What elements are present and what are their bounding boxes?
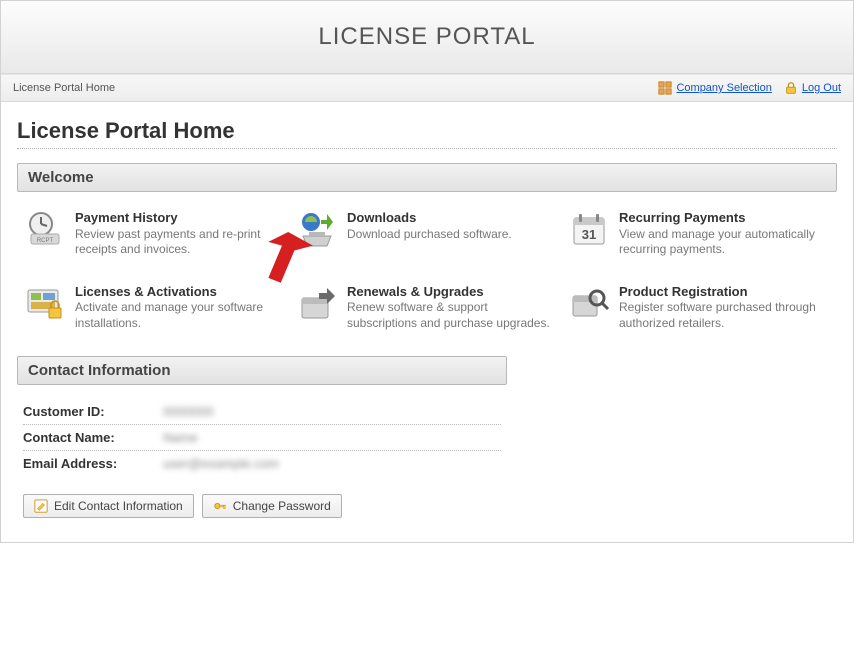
content-area: License Portal Home Welcome RCPT Payment… xyxy=(1,102,853,542)
header: LICENSE PORTAL xyxy=(1,1,853,74)
box-magnifier-icon xyxy=(569,284,609,324)
card-title: Payment History xyxy=(75,210,285,226)
card-desc: Register software purchased through auth… xyxy=(619,300,829,331)
company-selection-link[interactable]: Company Selection xyxy=(658,81,771,95)
download-icon xyxy=(297,210,337,250)
card-desc: View and manage your automatically recur… xyxy=(619,227,829,258)
label-contact-name: Contact Name: xyxy=(23,430,163,445)
app-title: LICENSE PORTAL xyxy=(318,23,535,51)
label-email: Email Address: xyxy=(23,456,163,471)
card-title: Licenses & Activations xyxy=(75,284,285,300)
card-licenses-activations[interactable]: Licenses & Activations Activate and mana… xyxy=(25,284,285,332)
app-window: LICENSE PORTAL License Portal Home Compa… xyxy=(0,0,854,543)
divider xyxy=(17,148,837,149)
edit-contact-button[interactable]: Edit Contact Information xyxy=(23,494,194,518)
card-desc: Activate and manage your software instal… xyxy=(75,300,285,331)
calendar-icon: 31 xyxy=(569,210,609,250)
value-contact-name: Name xyxy=(163,430,198,445)
card-downloads[interactable]: Downloads Download purchased software. xyxy=(297,210,557,258)
log-out-link[interactable]: Log Out xyxy=(784,81,841,95)
card-renewals-upgrades[interactable]: Renewals & Upgrades Renew software & sup… xyxy=(297,284,557,332)
change-password-button[interactable]: Change Password xyxy=(202,494,342,518)
row-email: Email Address: user@example.com xyxy=(23,451,501,476)
card-title: Product Registration xyxy=(619,284,829,300)
company-selection-label[interactable]: Company Selection xyxy=(676,82,771,94)
key-icon xyxy=(213,499,227,513)
card-title: Downloads xyxy=(347,210,512,226)
box-arrow-icon xyxy=(297,284,337,324)
welcome-heading: Welcome xyxy=(17,163,837,192)
log-out-label[interactable]: Log Out xyxy=(802,82,841,94)
edit-contact-label: Edit Contact Information xyxy=(54,499,183,513)
page-title: License Portal Home xyxy=(17,118,837,144)
card-recurring-payments[interactable]: 31 Recurring Payments View and manage yo… xyxy=(569,210,829,258)
card-product-registration[interactable]: Product Registration Register software p… xyxy=(569,284,829,332)
top-bar: License Portal Home Company Selection Lo… xyxy=(1,74,853,102)
row-contact-name: Contact Name: Name xyxy=(23,425,501,451)
value-email: user@example.com xyxy=(163,456,279,471)
welcome-cards: RCPT Payment History Review past payment… xyxy=(17,192,837,356)
label-customer-id: Customer ID: xyxy=(23,404,163,419)
card-desc: Review past payments and re-print receip… xyxy=(75,227,285,258)
license-icon xyxy=(25,284,65,324)
card-desc: Download purchased software. xyxy=(347,227,512,243)
contact-section: Contact Information Customer ID: 0000000… xyxy=(17,356,507,518)
card-title: Renewals & Upgrades xyxy=(347,284,557,300)
edit-icon xyxy=(34,499,48,513)
grid-icon xyxy=(658,81,672,95)
card-title: Recurring Payments xyxy=(619,210,829,226)
lock-icon xyxy=(784,81,798,95)
contact-heading: Contact Information xyxy=(17,356,507,385)
clock-receipt-icon: RCPT xyxy=(25,210,65,250)
svg-text:RCPT: RCPT xyxy=(37,238,54,244)
change-password-label: Change Password xyxy=(233,499,331,513)
breadcrumb[interactable]: License Portal Home xyxy=(13,82,115,94)
card-payment-history[interactable]: RCPT Payment History Review past payment… xyxy=(25,210,285,258)
svg-text:31: 31 xyxy=(582,227,596,242)
card-desc: Renew software & support subscriptions a… xyxy=(347,300,557,331)
row-customer-id: Customer ID: 0000000 xyxy=(23,399,501,425)
value-customer-id: 0000000 xyxy=(163,404,214,419)
